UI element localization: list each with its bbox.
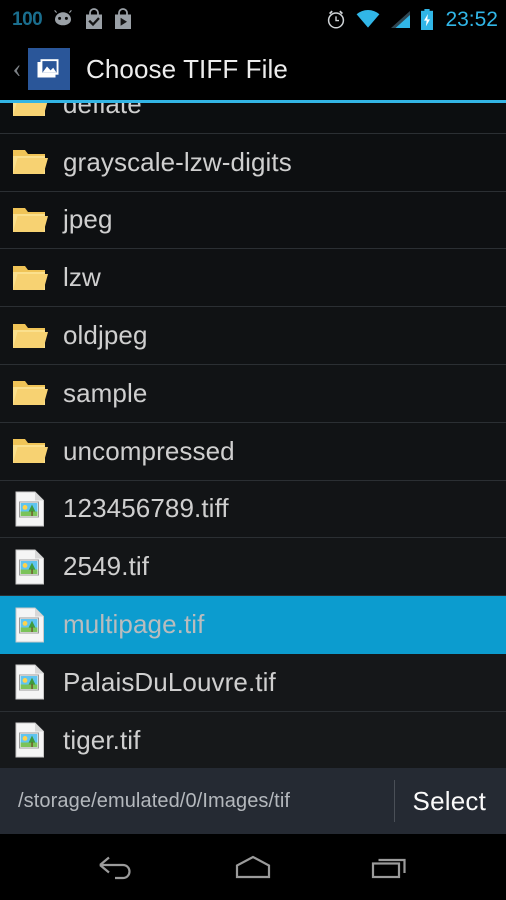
- folder-icon: [10, 316, 50, 356]
- folder-icon: [13, 150, 48, 175]
- image-file-icon: [10, 489, 50, 529]
- file-list-row-label: grayscale-lzw-digits: [63, 146, 292, 177]
- file-list-row[interactable]: oldjpeg: [0, 307, 506, 365]
- folder-icon: [13, 265, 48, 290]
- battery-percent-label: 100: [12, 8, 43, 30]
- folder-icon: [13, 381, 48, 406]
- wifi-icon: [357, 9, 380, 28]
- image-file-icon: [15, 607, 44, 643]
- image-file-icon: [15, 664, 44, 700]
- folder-icon: [10, 200, 50, 240]
- battery-charging-icon: [421, 8, 434, 30]
- android-head-icon: [54, 10, 73, 26]
- gallery-image-icon[interactable]: [28, 48, 70, 90]
- folder-icon: [10, 431, 50, 471]
- file-list-row-label: jpeg: [63, 204, 113, 235]
- system-navigation-bar: [0, 834, 506, 900]
- status-bar-left: 100: [12, 8, 325, 30]
- image-file-icon: [15, 491, 44, 527]
- file-list-row-label: 2549.tif: [63, 551, 150, 582]
- file-list-row-selected[interactable]: multipage.tif: [0, 596, 506, 654]
- status-bar-right: 23:52: [325, 8, 498, 30]
- image-file-icon: [10, 547, 50, 587]
- image-file-icon: [10, 720, 50, 760]
- page-title: Choose TIFF File: [86, 53, 288, 84]
- app-title-bar: ‹ Choose TIFF File: [0, 38, 506, 100]
- file-list-row[interactable]: jpeg: [0, 191, 506, 250]
- file-list-row-label: tiger.tif: [63, 724, 141, 755]
- current-path-label: /storage/emulated/0/Images/tif: [18, 789, 291, 812]
- file-list-row-label: 123456789.tiff: [63, 493, 229, 524]
- file-list-row-label: uncompressed: [63, 435, 235, 466]
- home-icon: [235, 855, 271, 879]
- file-list-row[interactable]: sample: [0, 364, 506, 423]
- folder-icon: [13, 439, 48, 464]
- file-list-row[interactable]: deflate: [0, 100, 506, 134]
- file-list-row[interactable]: 123456789.tiff: [0, 480, 506, 539]
- file-list-row[interactable]: 2549.tif: [0, 538, 506, 597]
- file-list-row-label: sample: [63, 377, 148, 408]
- bottom-action-bar: /storage/emulated/0/Images/tif Select: [0, 768, 506, 834]
- status-bar: 100 23:52: [0, 0, 506, 38]
- back-chevron-icon[interactable]: ‹: [8, 54, 26, 82]
- alarm-clock-icon: [328, 10, 345, 29]
- back-icon: [99, 856, 131, 880]
- file-list-row[interactable]: grayscale-lzw-digits: [0, 133, 506, 192]
- status-bar-clock: 23:52: [445, 7, 498, 31]
- folder-icon: [13, 323, 48, 348]
- cellular-signal-icon: [391, 10, 411, 28]
- play-store-icon: [115, 8, 132, 29]
- file-list-row[interactable]: lzw: [0, 249, 506, 308]
- file-list-row-label: lzw: [63, 262, 101, 293]
- nav-back-button[interactable]: [73, 839, 159, 895]
- file-list-row-label: PalaisDuLouvre.tif: [63, 666, 276, 697]
- folder-icon: [13, 207, 48, 232]
- select-button[interactable]: Select: [395, 786, 506, 817]
- file-list: deflate grayscale-lzw-digits jpeg lzw oldjpe…: [0, 100, 506, 768]
- file-list-row-label: multipage.tif: [63, 609, 205, 640]
- image-file-icon: [10, 605, 50, 645]
- app-checked-icon: [86, 8, 103, 29]
- recents-icon: [371, 858, 406, 879]
- file-list-row[interactable]: uncompressed: [0, 422, 506, 481]
- image-file-icon: [15, 549, 44, 585]
- file-list-scroll-area[interactable]: deflate grayscale-lzw-digits jpeg lzw oldjpe…: [0, 100, 506, 768]
- file-list-row-label: oldjpeg: [63, 320, 148, 351]
- image-file-icon: [10, 662, 50, 702]
- title-accent-rule: [0, 100, 506, 103]
- nav-home-button[interactable]: [210, 839, 296, 895]
- folder-icon: [10, 258, 50, 298]
- file-list-row[interactable]: tiger.tif: [0, 711, 506, 768]
- folder-icon: [10, 100, 50, 124]
- folder-icon: [10, 142, 50, 182]
- file-list-row[interactable]: PalaisDuLouvre.tif: [0, 653, 506, 712]
- folder-icon: [10, 373, 50, 413]
- nav-recents-button[interactable]: [347, 839, 433, 895]
- image-file-icon: [15, 722, 44, 758]
- android-screen: 100 23:52 ‹ Choose TIFF File deflate gra…: [0, 0, 506, 900]
